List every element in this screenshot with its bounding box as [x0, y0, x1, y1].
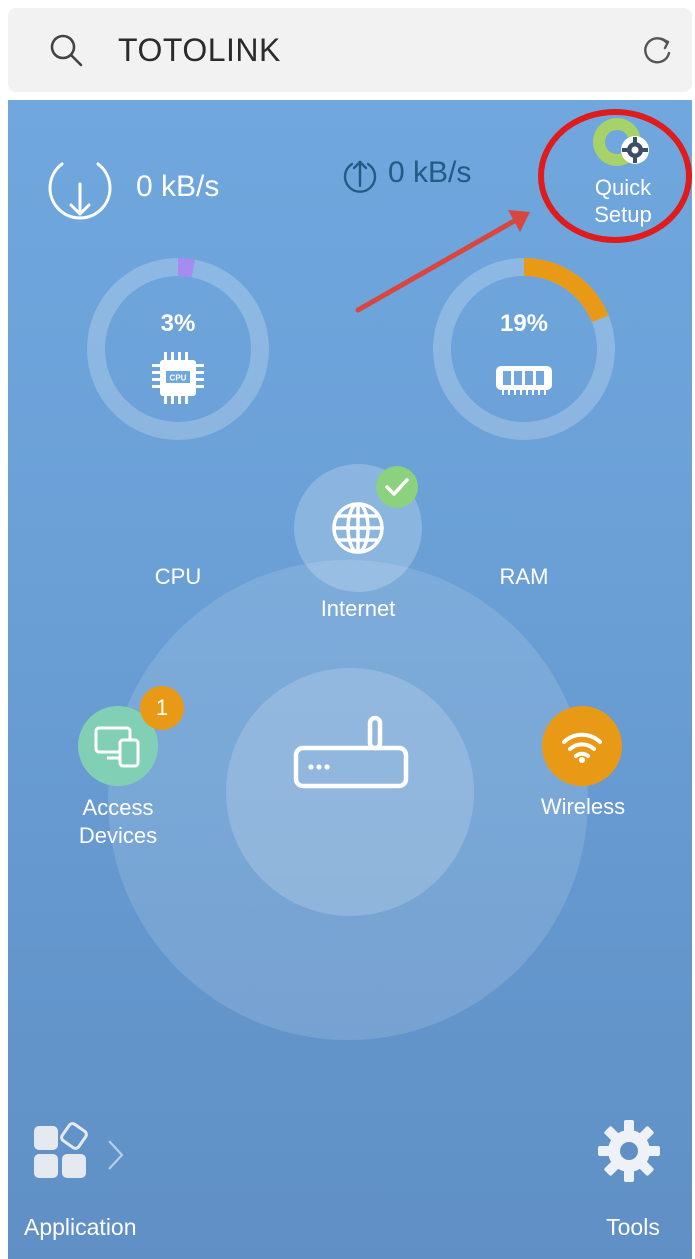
- wireless-button[interactable]: [542, 706, 622, 786]
- access-devices-count-badge: 1: [140, 686, 184, 730]
- cpu-gauge: 3% CPU CPU: [83, 254, 273, 589]
- access-devices-label-line2: Devices: [78, 823, 158, 848]
- router-icon[interactable]: [286, 714, 416, 794]
- quick-setup-label-line1: Quick: [594, 175, 652, 200]
- cpu-label: CPU: [154, 564, 202, 589]
- devices-icon: [94, 726, 140, 768]
- search-input[interactable]: TOTOLINK: [118, 32, 281, 69]
- application-label: Application: [24, 1214, 137, 1240]
- wifi-icon: [562, 732, 602, 763]
- wireless-label: Wireless: [540, 794, 626, 819]
- quick-setup-label: Quick Setup: [533, 174, 692, 228]
- application-button[interactable]: Application: [24, 1114, 174, 1244]
- dashboard-panel: 0 kB/s 0 kB/s Quick Setup 3% CPU CPU 19%…: [8, 100, 692, 1259]
- download-icon: [48, 162, 112, 220]
- internet-status-check-icon: [376, 466, 418, 508]
- ram-label: RAM: [499, 564, 549, 589]
- svg-text:CPU: CPU: [170, 374, 187, 383]
- access-devices-label: Access Devices: [28, 794, 208, 850]
- ram-gauge-ring: [433, 258, 615, 440]
- access-devices-label-line1: Access: [82, 795, 154, 820]
- quick-setup-icon: [593, 118, 649, 166]
- apps-grid-icon: [34, 1122, 88, 1178]
- tools-button[interactable]: Tools: [578, 1112, 688, 1242]
- app-screen: TOTOLINK 0 kB/s 0 kB/s Quick Setup 3% CP…: [0, 0, 695, 1259]
- ram-gauge: 19% RAM: [429, 254, 619, 589]
- cpu-value: 3%: [160, 310, 196, 337]
- download-speed: 0 kB/s: [136, 170, 220, 203]
- memory-icon: [496, 366, 552, 395]
- search-bar[interactable]: TOTOLINK: [8, 8, 692, 92]
- cpu-chip-icon: CPU: [152, 352, 204, 404]
- quick-setup-label-line2: Setup: [594, 202, 652, 227]
- ram-value: 19%: [499, 310, 549, 337]
- tools-label: Tools: [606, 1214, 660, 1240]
- gear-icon: [598, 1120, 660, 1182]
- refresh-icon[interactable]: [640, 34, 674, 68]
- chevron-right-icon: [108, 1140, 124, 1170]
- quick-setup-button[interactable]: Quick Setup: [533, 100, 692, 250]
- upload-icon: [343, 160, 377, 193]
- upload-speed: 0 kB/s: [388, 156, 472, 189]
- internet-label: Internet: [320, 596, 396, 621]
- search-icon[interactable]: [48, 32, 84, 68]
